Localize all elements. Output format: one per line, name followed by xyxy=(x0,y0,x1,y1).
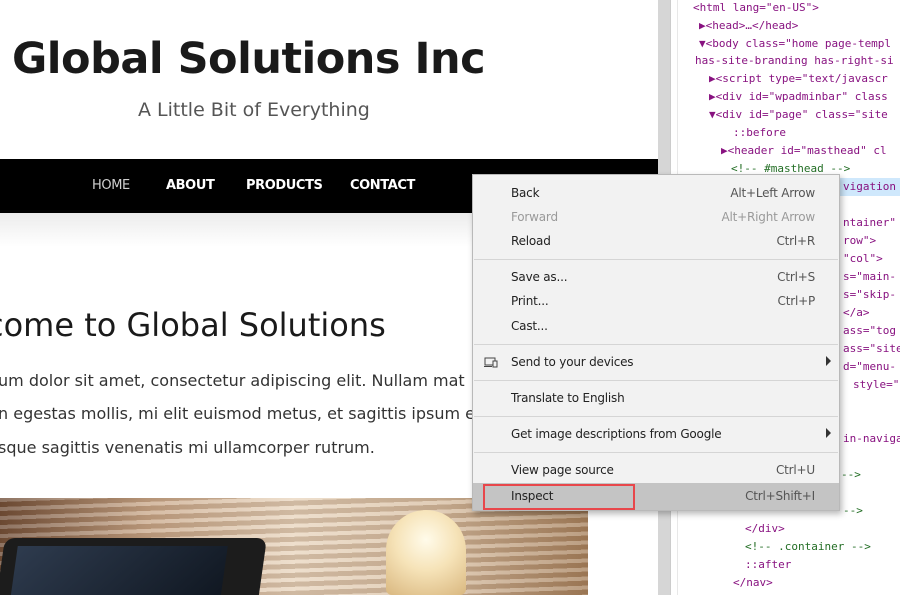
dom-node[interactable]: ▶<header id="masthead" cl xyxy=(721,144,887,158)
nav-item-contact[interactable]: CONTACT xyxy=(350,178,415,193)
menu-item-label: Cast... xyxy=(511,319,548,333)
dom-node-fragment[interactable]: </a> xyxy=(843,306,870,320)
menu-separator xyxy=(474,259,838,260)
dom-node-fragment[interactable]: s="main- xyxy=(843,270,896,284)
menu-item-shortcut: Ctrl+U xyxy=(776,463,815,477)
site-title[interactable]: Global Solutions Inc xyxy=(12,34,486,84)
menu-separator xyxy=(474,416,838,417)
menu-item-label: Send to your devices xyxy=(511,355,634,369)
menu-separator xyxy=(474,344,838,345)
laptop xyxy=(0,538,267,595)
dom-node[interactable]: </div> xyxy=(745,522,785,536)
menu-item-shortcut: Ctrl+S xyxy=(777,270,815,284)
nav-item-products[interactable]: PRODUCTS xyxy=(246,178,323,193)
menu-item-reload[interactable]: Reload Ctrl+R xyxy=(473,230,839,254)
menu-item-label: Reload xyxy=(511,234,551,248)
dom-node[interactable]: ::before xyxy=(733,126,786,140)
context-menu: Back Alt+Left Arrow Forward Alt+Right Ar… xyxy=(472,174,840,511)
menu-separator xyxy=(474,452,838,453)
menu-item-label: Save as... xyxy=(511,270,568,284)
dom-node-fragment[interactable]: ass="site xyxy=(843,342,900,356)
body-text-line: n egestas mollis, mi elit euismod metus,… xyxy=(0,404,476,423)
lamp-shade xyxy=(386,510,466,595)
menu-item-label: Translate to English xyxy=(511,391,625,405)
dom-node[interactable]: has-site-branding has-right-si xyxy=(695,54,894,68)
laptop-screen xyxy=(9,546,228,595)
menu-item-back[interactable]: Back Alt+Left Arrow xyxy=(473,182,839,206)
dom-node-fragment[interactable]: ass="tog xyxy=(843,324,896,338)
menu-item-shortcut: Alt+Right Arrow xyxy=(721,210,816,224)
menu-item-shortcut: Ctrl+P xyxy=(777,294,816,308)
menu-item-view-source[interactable]: View page source Ctrl+U xyxy=(473,459,839,483)
dom-node-fragment[interactable]: in-naviga xyxy=(843,432,900,446)
menu-item-forward[interactable]: Forward Alt+Right Arrow xyxy=(473,206,839,230)
dom-node[interactable]: ::after xyxy=(745,558,791,572)
menu-item-send-to-devices[interactable]: Send to your devices xyxy=(473,351,839,375)
dom-node-fragment[interactable]: s="skip- xyxy=(843,288,896,302)
menu-item-label: Print... xyxy=(511,294,549,308)
device-icon xyxy=(484,357,498,368)
nav-item-home[interactable]: HOME xyxy=(92,178,130,193)
site-tagline: A Little Bit of Everything xyxy=(138,99,370,121)
dom-node[interactable]: ▶<div id="wpadminbar" class xyxy=(709,90,888,104)
menu-separator xyxy=(474,380,838,381)
dom-node[interactable]: </nav> xyxy=(733,576,773,590)
submenu-arrow-icon xyxy=(826,428,831,438)
dom-node[interactable]: ▼<body class="home page-templ xyxy=(699,37,891,51)
menu-item-label: Forward xyxy=(511,210,558,224)
menu-item-inspect[interactable]: Inspect Ctrl+Shift+I xyxy=(473,483,839,510)
menu-item-shortcut: Alt+Left Arrow xyxy=(730,186,815,200)
menu-item-label: Back xyxy=(511,186,540,200)
body-text-line: um dolor sit amet, consectetur adipiscin… xyxy=(0,371,465,390)
menu-item-label: View page source xyxy=(511,463,614,477)
dom-node-fragment[interactable]: vigation xyxy=(843,180,896,194)
menu-item-translate[interactable]: Translate to English xyxy=(473,387,839,411)
dom-node[interactable]: ▶<script type="text/javascr xyxy=(709,72,888,86)
menu-item-shortcut: Ctrl+Shift+I xyxy=(745,489,815,503)
dom-node-fragment[interactable]: ntainer" xyxy=(843,216,896,230)
menu-item-label: Get image descriptions from Google xyxy=(511,427,722,441)
dom-comment[interactable]: --> xyxy=(843,504,863,518)
dom-node-fragment[interactable]: d="menu- xyxy=(843,360,896,374)
inspect-highlight-box xyxy=(483,484,635,510)
dom-comment[interactable]: --> xyxy=(841,468,861,482)
dom-node[interactable]: <html lang="en-US"> xyxy=(693,1,819,15)
dom-node[interactable]: ▼<div id="page" class="site xyxy=(709,108,888,122)
dom-node-fragment[interactable]: style=" xyxy=(853,378,899,392)
dom-comment[interactable]: <!-- .container --> xyxy=(745,540,871,554)
menu-item-save-as[interactable]: Save as... Ctrl+S xyxy=(473,266,839,290)
hero-image xyxy=(0,498,588,595)
welcome-heading: come to Global Solutions xyxy=(0,306,386,344)
body-text-line: sque sagittis venenatis mi ullamcorper r… xyxy=(0,438,375,457)
menu-item-print[interactable]: Print... Ctrl+P xyxy=(473,290,839,314)
menu-item-shortcut: Ctrl+R xyxy=(776,234,815,248)
dom-node[interactable]: ▶<head>…</head> xyxy=(699,19,798,33)
submenu-arrow-icon xyxy=(826,356,831,366)
dom-node-fragment[interactable]: row"> xyxy=(843,234,876,248)
nav-item-about[interactable]: ABOUT xyxy=(166,178,215,193)
menu-item-image-descriptions[interactable]: Get image descriptions from Google xyxy=(473,423,839,447)
dom-node-fragment[interactable]: "col"> xyxy=(843,252,883,266)
menu-item-cast[interactable]: Cast... xyxy=(473,315,839,339)
